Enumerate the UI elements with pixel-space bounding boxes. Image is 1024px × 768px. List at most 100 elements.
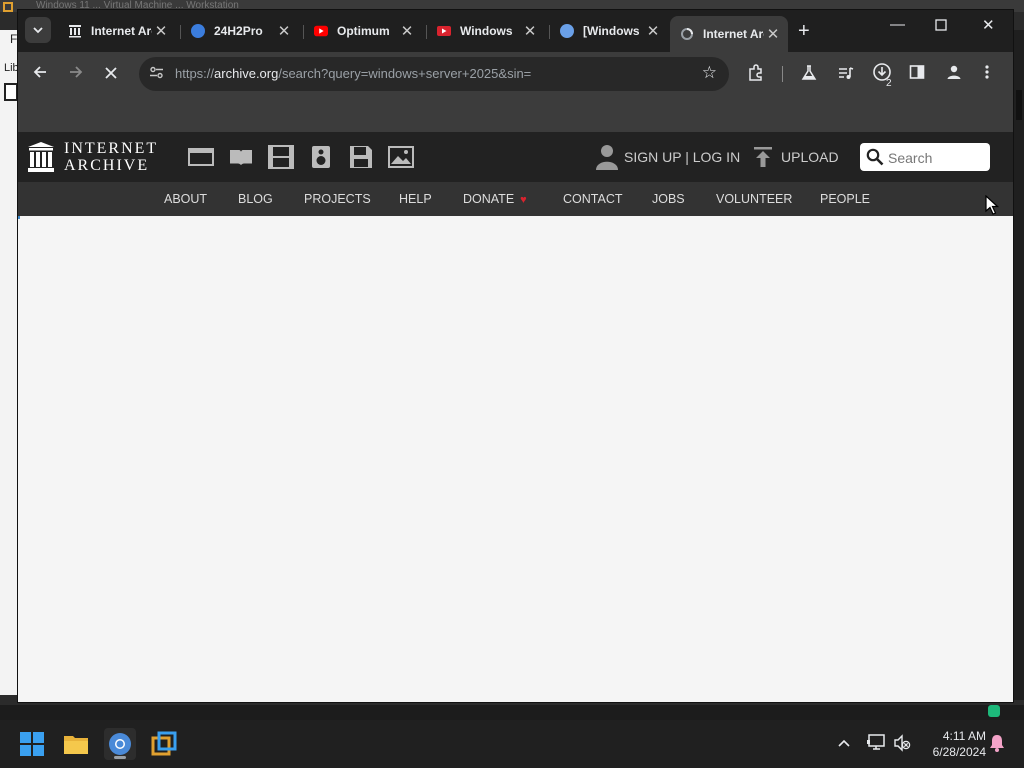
site-info-icon[interactable] bbox=[149, 65, 164, 83]
upload-label: UPLOAD bbox=[781, 149, 839, 165]
url-text[interactable]: https://archive.org/search?query=windows… bbox=[175, 66, 531, 81]
software-disk-icon[interactable] bbox=[341, 144, 381, 170]
logo-line-1: INTERNET bbox=[64, 140, 159, 157]
images-icon[interactable] bbox=[381, 144, 421, 170]
taskbar-clock[interactable]: 4:11 AM 6/28/2024 bbox=[918, 728, 986, 760]
background-app-right-edge bbox=[1012, 30, 1024, 700]
heart-icon: ♥ bbox=[520, 194, 527, 206]
profile-icon[interactable] bbox=[946, 64, 962, 84]
stop-loading-icon[interactable] bbox=[104, 64, 118, 85]
nav-help[interactable]: HELP bbox=[399, 192, 432, 206]
nav-projects[interactable]: PROJECTS bbox=[304, 192, 371, 206]
nav-donate-label: DONATE bbox=[463, 192, 515, 206]
kebab-menu-icon[interactable] bbox=[984, 64, 990, 84]
tab-optimum[interactable]: Optimum ✕ bbox=[304, 16, 422, 46]
tab-strip: Internet Archive ✕ 24H2Pro ✕ Optimum ✕ W… bbox=[18, 10, 1013, 52]
tab-title: Optimum bbox=[337, 24, 390, 38]
audio-speaker-icon[interactable] bbox=[301, 144, 341, 170]
logo-line-2: ARCHIVE bbox=[64, 157, 150, 174]
nav-blog[interactable]: BLOG bbox=[238, 192, 273, 206]
bookmark-star-icon[interactable]: ☆ bbox=[702, 63, 717, 83]
tab-close-icon[interactable]: ✕ bbox=[398, 22, 416, 40]
ia-temple-icon bbox=[28, 142, 54, 172]
notification-bell-icon[interactable] bbox=[989, 734, 1005, 755]
video-film-icon[interactable] bbox=[261, 144, 301, 170]
ia-nav-bar: ABOUT BLOG PROJECTS HELP DONATE ♥ CONTACT… bbox=[18, 182, 1013, 216]
chevron-down-icon bbox=[33, 27, 43, 34]
ia-search-box[interactable] bbox=[860, 143, 990, 171]
nav-jobs[interactable]: JOBS bbox=[652, 192, 685, 206]
loading-icon bbox=[680, 27, 694, 41]
side-panel-icon[interactable] bbox=[909, 64, 925, 84]
tab-windows-bracket[interactable]: [Windows ✕ bbox=[550, 16, 668, 46]
active-app-indicator bbox=[114, 756, 126, 759]
tab-close-icon[interactable]: ✕ bbox=[152, 22, 170, 40]
download-count-badge: 2 bbox=[886, 78, 892, 89]
ia-top-bar: INTERNET ARCHIVE SIGN UP | LOG IN UPLOAD… bbox=[18, 132, 1013, 182]
bookmarks-bar bbox=[18, 96, 1013, 133]
media-control-icon[interactable] bbox=[837, 64, 855, 86]
nav-donate[interactable]: DONATE ♥ bbox=[463, 192, 527, 206]
browser-window: Internet Archive ✕ 24H2Pro ✕ Optimum ✕ W… bbox=[18, 10, 1013, 702]
minimize-icon[interactable]: — bbox=[890, 16, 905, 33]
youtube-icon bbox=[314, 24, 328, 38]
close-window-icon[interactable]: ✕ bbox=[982, 16, 995, 34]
ia-logo-text: INTERNET ARCHIVE bbox=[64, 140, 158, 174]
tab-windows[interactable]: Windows ✕ bbox=[427, 16, 545, 46]
tab-internet-archive-active[interactable]: Internet Archive ✕ bbox=[670, 16, 788, 52]
web-icon[interactable] bbox=[181, 144, 221, 170]
background-menu-letter[interactable]: F bbox=[10, 32, 17, 46]
tab-title: Internet Archive bbox=[91, 24, 152, 38]
tab-close-icon[interactable]: ✕ bbox=[644, 22, 662, 40]
file-explorer-icon[interactable] bbox=[60, 728, 92, 760]
nav-volunteer[interactable]: VOLUNTEER bbox=[716, 192, 792, 206]
background-scroll-strip bbox=[1016, 90, 1022, 120]
tab-close-icon[interactable]: ✕ bbox=[521, 22, 539, 40]
globe-icon bbox=[560, 24, 574, 38]
vmware-icon[interactable] bbox=[148, 728, 180, 760]
maximize-icon[interactable] bbox=[935, 18, 947, 35]
search-input[interactable] bbox=[886, 147, 986, 169]
tab-search-button[interactable] bbox=[25, 17, 51, 43]
mouse-cursor-icon bbox=[985, 195, 999, 215]
signup-login-link[interactable]: SIGN UP | LOG IN bbox=[596, 132, 740, 182]
tab-internet-archive-1[interactable]: Internet Archive ✕ bbox=[58, 16, 176, 46]
back-arrow-icon[interactable] bbox=[32, 64, 48, 85]
network-icon[interactable] bbox=[866, 734, 886, 755]
search-icon bbox=[866, 148, 884, 166]
url-domain: archive.org bbox=[214, 66, 279, 81]
new-tab-plus-icon[interactable]: + bbox=[798, 20, 810, 43]
clock-date: 6/28/2024 bbox=[932, 745, 986, 759]
video-icon bbox=[437, 24, 451, 38]
labs-flask-icon[interactable] bbox=[800, 64, 818, 86]
ia-logo[interactable]: INTERNET ARCHIVE bbox=[28, 140, 168, 176]
upload-link[interactable]: UPLOAD bbox=[753, 132, 839, 182]
tab-title: 24H2Pro bbox=[214, 24, 263, 38]
extensions-icon[interactable] bbox=[747, 64, 765, 86]
address-bar[interactable]: https://archive.org/search?query=windows… bbox=[139, 57, 729, 91]
notification-indicator-icon bbox=[988, 705, 1000, 717]
nav-people[interactable]: PEOPLE bbox=[820, 192, 870, 206]
tab-close-icon[interactable]: ✕ bbox=[275, 22, 293, 40]
media-icons bbox=[181, 144, 421, 170]
nav-about[interactable]: ABOUT bbox=[164, 192, 207, 206]
forward-arrow-icon[interactable] bbox=[68, 64, 84, 85]
tab-title: Internet Archive bbox=[703, 27, 764, 41]
tab-close-icon[interactable]: ✕ bbox=[764, 25, 782, 43]
start-windows-icon[interactable] bbox=[16, 728, 48, 760]
background-checkbox[interactable] bbox=[4, 83, 18, 101]
user-icon bbox=[596, 145, 618, 170]
nav-contact[interactable]: CONTACT bbox=[563, 192, 623, 206]
browser-toolbar: https://archive.org/search?query=windows… bbox=[18, 52, 1013, 96]
tab-24h2pro[interactable]: 24H2Pro ✕ bbox=[181, 16, 299, 46]
volume-muted-icon[interactable] bbox=[893, 734, 911, 755]
upload-arrow-icon bbox=[754, 147, 772, 167]
tray-chevron-up-icon[interactable] bbox=[838, 736, 850, 751]
taskbar: 4:11 AM 6/28/2024 bbox=[0, 720, 1024, 768]
globe-icon bbox=[191, 24, 205, 38]
texts-book-icon[interactable] bbox=[221, 144, 261, 170]
chrome-taskbar-icon[interactable] bbox=[104, 728, 136, 760]
toolbar-separator bbox=[782, 66, 783, 82]
tab-title: [Windows bbox=[583, 24, 640, 38]
library-label: Lib bbox=[4, 62, 19, 74]
